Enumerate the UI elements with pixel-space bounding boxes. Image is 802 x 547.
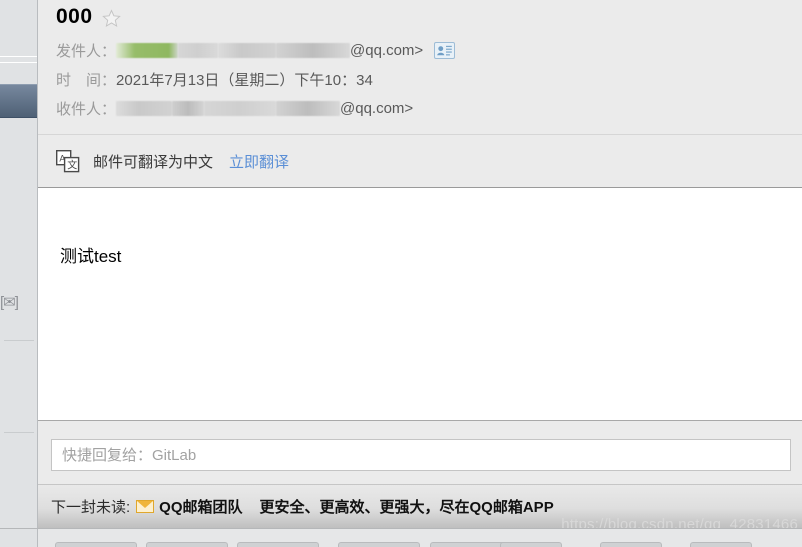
rail-separator <box>4 340 34 341</box>
rail-divider <box>0 62 37 63</box>
envelope-icon <box>136 500 155 513</box>
toolbar-button[interactable] <box>600 542 662 547</box>
mail-meta-rows: 发件人： @qq.com> 时 间： 2021年7月13日（星期二）下午10：3… <box>56 36 776 123</box>
mail-list-item-selected[interactable] <box>0 84 37 118</box>
mail-from-row: 发件人： @qq.com> <box>56 36 776 65</box>
reading-pane: 000 发件人： @qq.com> 时 间： 2021年7月13日（星期二）下午… <box>38 0 802 547</box>
translate-now-link[interactable]: 立即翻译 <box>229 151 289 172</box>
toolbar-button[interactable] <box>500 542 562 547</box>
redacted-block <box>276 43 351 58</box>
mail-from-label: 发件人： <box>56 43 117 60</box>
contact-card-icon[interactable] <box>434 42 456 59</box>
toolbar-button[interactable] <box>237 542 319 547</box>
redacted-block <box>218 43 277 58</box>
rail-top-strip <box>0 0 37 62</box>
rail-divider <box>0 56 37 57</box>
redacted-block <box>116 101 173 116</box>
rail-bottom-piece <box>0 529 38 547</box>
mail-date-row: 时 间： 2021年7月13日（星期二）下午10：34 <box>56 65 776 94</box>
toolbar-button[interactable] <box>690 542 752 547</box>
mail-to-row: 收件人： @qq.com> <box>56 94 776 123</box>
mail-date-value: 2021年7月13日（星期二）下午10：34 <box>116 72 373 89</box>
mail-subject: 000 <box>56 5 93 28</box>
translate-bar: A 文 邮件可翻译为中文 立即翻译 <box>38 134 802 188</box>
mail-body: 测试test <box>38 189 802 420</box>
svg-text:文: 文 <box>67 159 77 172</box>
redacted-block <box>276 101 341 116</box>
star-outline-icon[interactable] <box>101 8 121 28</box>
subject-row: 000 <box>56 0 121 34</box>
quick-reply-input[interactable] <box>51 439 791 471</box>
mail-list-item-clipped-text: [✉] <box>0 294 19 311</box>
mail-from-domain: @qq.com> <box>350 42 424 59</box>
mail-list-rail[interactable]: [✉] <box>0 0 38 547</box>
redacted-block <box>178 43 219 58</box>
toolbar-button[interactable] <box>146 542 228 547</box>
redacted-block <box>172 101 205 116</box>
mail-to-domain: @qq.com> <box>340 100 414 117</box>
mail-to-label: 收件人： <box>56 101 117 118</box>
next-unread-subject[interactable]: 更安全、更高效、更强大，尽在QQ邮箱APP <box>260 496 554 517</box>
toolbar-button[interactable] <box>55 542 137 547</box>
bottom-toolbar-strip <box>0 528 802 547</box>
redacted-block <box>116 43 179 58</box>
next-unread-label: 下一封未读: <box>51 499 131 516</box>
next-unread-bar[interactable]: 下一封未读: QQ邮箱团队 更安全、更高效、更强大，尽在QQ邮箱APP <box>38 484 802 528</box>
redacted-block <box>204 101 277 116</box>
rail-separator <box>4 432 34 433</box>
toolbar-button[interactable] <box>338 542 420 547</box>
quick-reply-zone <box>38 420 802 484</box>
next-unread-sender[interactable]: QQ邮箱团队 <box>159 496 242 517</box>
translate-icon: A 文 <box>55 149 80 173</box>
mail-reading-window: [✉] 000 发件人： @qq.com> 时 间： 2021年7月13日（星期… <box>0 0 802 547</box>
mail-body-text: 测试test <box>60 247 122 266</box>
mail-date-label: 时 间： <box>56 72 117 89</box>
translate-message: 邮件可翻译为中文 <box>93 154 214 171</box>
mail-header: 000 发件人： @qq.com> 时 间： 2021年7月13日（星期二）下午… <box>38 0 802 188</box>
